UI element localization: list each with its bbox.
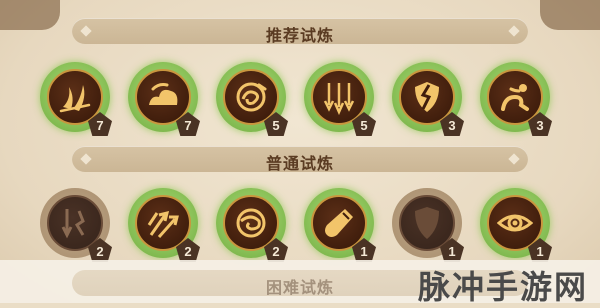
potion-flask-icon xyxy=(325,209,353,237)
recommended-section-header: 推荐试炼 xyxy=(72,18,528,45)
triple-arrow-down-icon xyxy=(323,83,355,115)
broken-shield-icon xyxy=(415,82,439,112)
skill-slot-falling-arrows[interactable]: 2 xyxy=(40,188,112,262)
skill-slot-eye[interactable]: 1 xyxy=(480,188,552,262)
recommended-skill-row: 7 7 5 5 3 3 xyxy=(0,62,600,142)
falling-arrows-icon xyxy=(61,209,85,239)
recommended-section-title: 推荐试炼 xyxy=(265,28,334,45)
watermark-text: 脉冲手游网 xyxy=(417,268,588,306)
skill-slot-arrow-burst[interactable]: 2 xyxy=(128,188,200,262)
skill-slot-spiral-orb[interactable]: 2 xyxy=(216,188,288,262)
crouching-figure-icon xyxy=(501,84,529,111)
skill-slot-potion-flask[interactable]: 1 xyxy=(304,188,376,262)
skill-slot-cloud-wave[interactable]: 7 xyxy=(128,62,200,136)
shield-icon xyxy=(415,207,439,239)
trial-panel: 推荐试炼 7 7 5 5 3 3 普通试炼 2 2 2 1 1 1 困难试炼 脉… xyxy=(0,0,600,306)
corner-ornament-left xyxy=(0,0,60,30)
normal-skill-row: 2 2 2 1 1 1 xyxy=(0,188,600,268)
normal-section-header: 普通试炼 xyxy=(72,146,528,173)
cloud-wave-icon xyxy=(149,83,178,105)
eye-icon xyxy=(497,214,533,232)
skill-slot-claw-slash[interactable]: 7 xyxy=(40,62,112,136)
skill-slot-crouching-figure[interactable]: 3 xyxy=(480,62,552,136)
skill-slot-triple-arrow[interactable]: 5 xyxy=(304,62,376,136)
skill-slot-broken-shield[interactable]: 3 xyxy=(392,62,464,136)
skill-slot-swirl-orb[interactable]: 5 xyxy=(216,62,288,136)
skill-slot-shield[interactable]: 1 xyxy=(392,188,464,262)
claw-slash-icon xyxy=(59,85,91,113)
corner-ornament-right xyxy=(540,0,600,30)
arrow-burst-icon xyxy=(147,210,179,238)
spiral-orb-icon xyxy=(236,208,266,238)
swirl-orb-icon xyxy=(236,82,267,112)
normal-section-title: 普通试炼 xyxy=(265,156,334,173)
